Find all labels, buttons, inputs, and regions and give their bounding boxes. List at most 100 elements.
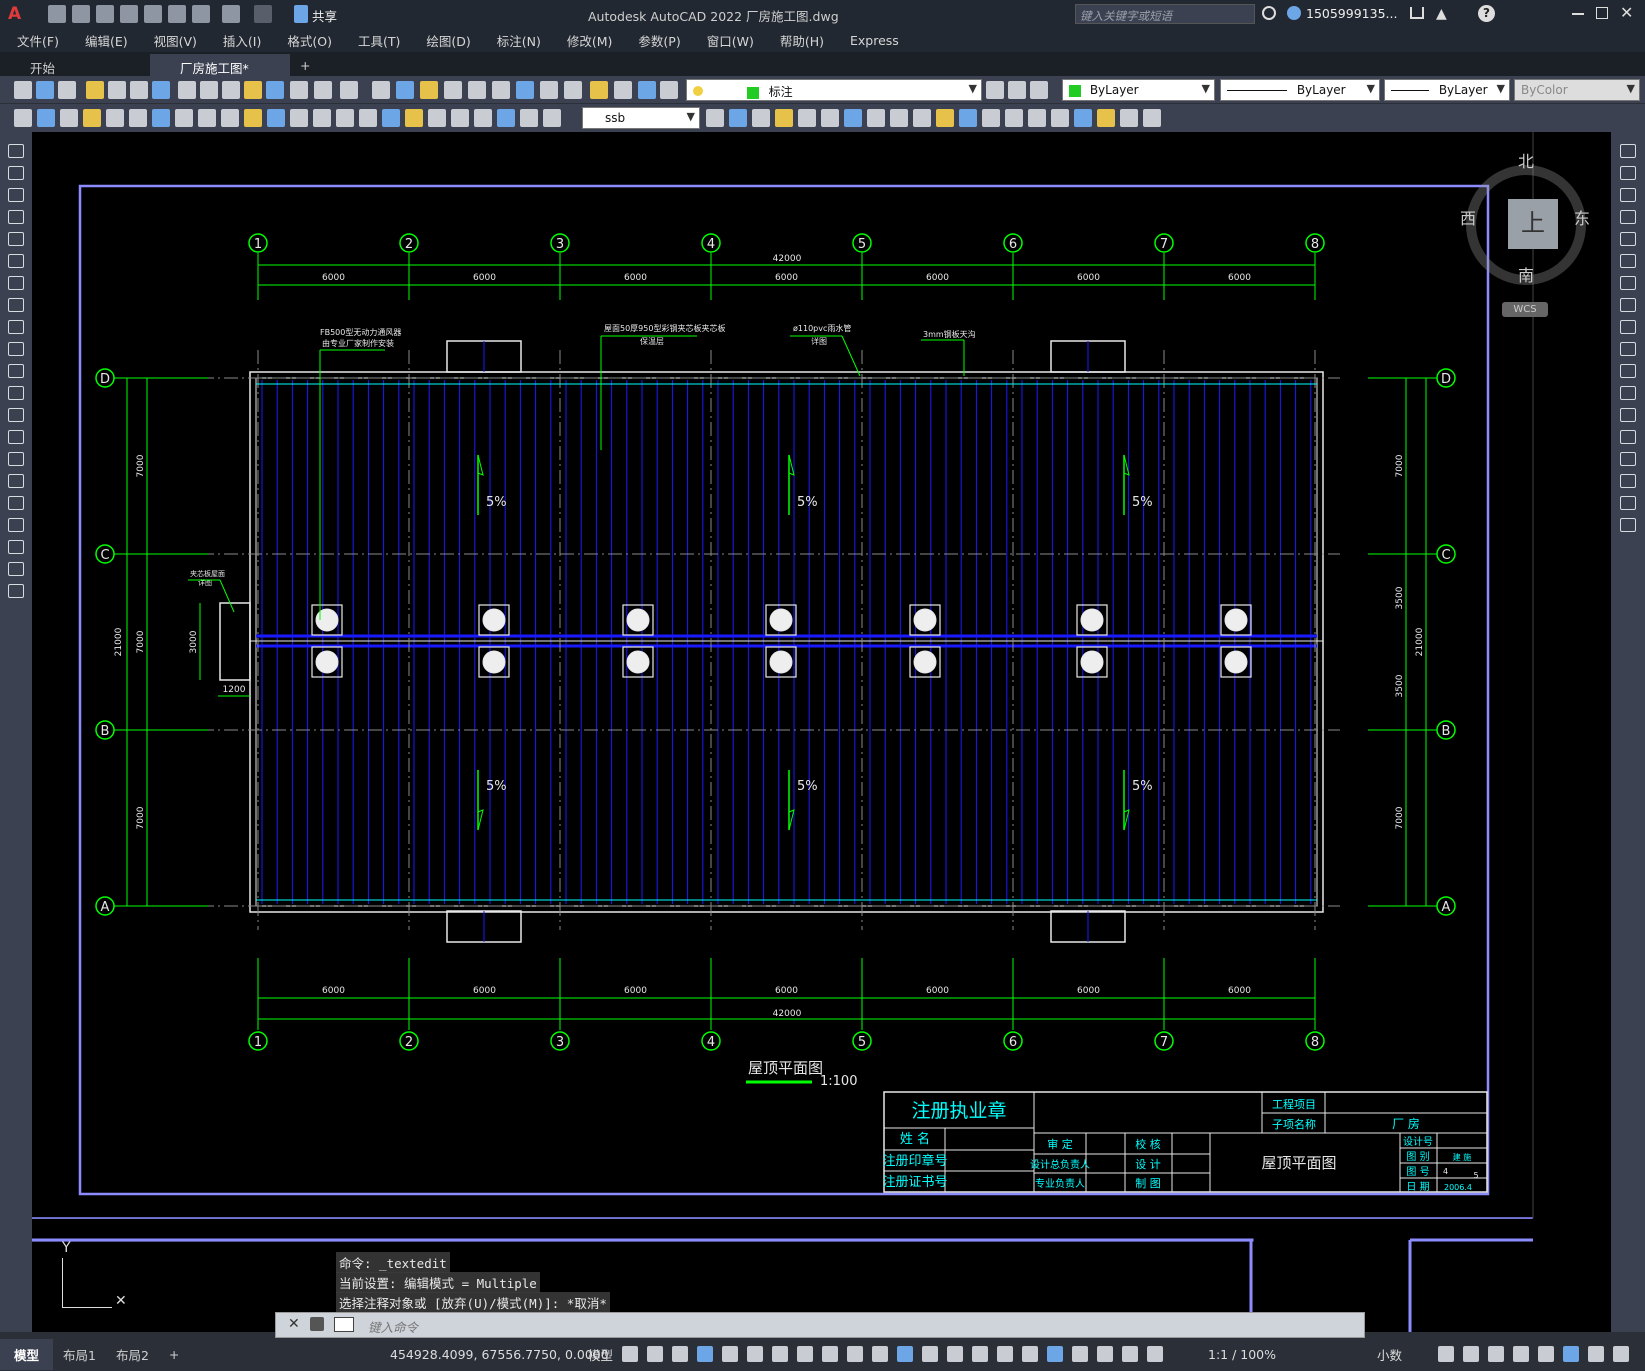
tab-start[interactable]: 开始 [0,54,150,76]
std-tool-23-icon[interactable] [564,81,582,99]
draw-tool-19-icon[interactable] [8,562,24,576]
compass-west[interactable]: 西 [1460,205,1476,229]
modify-tool-15-icon[interactable] [1620,474,1636,488]
status-toggle-4-icon[interactable] [722,1346,738,1362]
dim-tool-0-icon[interactable] [14,109,32,127]
autodesk-icon[interactable]: ▲ [1436,6,1447,22]
dim-tool-10-icon[interactable] [244,109,262,127]
status-toggle-7-icon[interactable] [797,1346,813,1362]
modify-tool-3-icon[interactable] [1620,210,1636,224]
dim-tool-19-icon[interactable] [451,109,469,127]
tab-add-layout[interactable]: + [159,1347,189,1362]
status-toggle-18-icon[interactable] [1072,1346,1088,1362]
mod-tool-10-icon[interactable] [936,109,954,127]
dim-tool-8-icon[interactable] [198,109,216,127]
std-tool-18-icon[interactable] [444,81,462,99]
draw-tool-2-icon[interactable] [8,188,24,202]
command-prompt-icon[interactable] [334,1317,354,1332]
cart-icon[interactable] [1410,7,1424,19]
status-toggle-14-icon[interactable] [972,1346,988,1362]
draw-tool-1-icon[interactable] [8,166,24,180]
command-customize-icon[interactable] [310,1317,324,1331]
plotstyle-dropdown[interactable]: ByColor ▼ [1514,79,1640,101]
dim-tool-14-icon[interactable] [336,109,354,127]
status-toggle-9-icon[interactable] [847,1346,863,1362]
draw-tool-0-icon[interactable] [8,144,24,158]
status-toggle-8-icon[interactable] [822,1346,838,1362]
menu-item-5[interactable]: 工具(T) [345,31,413,50]
menu-item-7[interactable]: 标注(N) [484,31,554,50]
tab-drawing[interactable]: 厂房施工图* [150,54,290,76]
dim-tool-18-icon[interactable] [428,109,446,127]
menu-item-2[interactable]: 视图(V) [141,31,210,50]
coordinates-readout[interactable]: 454928.4099, 67556.7750, 0.0000 [390,1347,609,1362]
dim-tool-16-icon[interactable] [382,109,400,127]
menu-item-0[interactable]: 文件(F) [4,31,72,50]
status-toggle-15-icon[interactable] [997,1346,1013,1362]
minimize-icon[interactable] [1572,13,1584,15]
mod-tool-6-icon[interactable] [844,109,862,127]
layer-tool-1-icon[interactable] [1008,81,1026,99]
dim-tool-11-icon[interactable] [267,109,285,127]
std-tool-2-icon[interactable] [58,81,76,99]
status-toggle-0-icon[interactable] [622,1346,638,1362]
dim-tool-13-icon[interactable] [313,109,331,127]
std-tool-22-icon[interactable] [540,81,558,99]
units-dropdown[interactable]: 小数 [1377,1345,1402,1364]
status-toggle-17-icon[interactable] [1047,1346,1063,1362]
dim-tool-5-icon[interactable] [129,109,147,127]
mod-tool-13-icon[interactable] [1005,109,1023,127]
help-icon[interactable]: ? [1478,5,1495,22]
modify-tool-10-icon[interactable] [1620,364,1636,378]
std-tool-27-icon[interactable] [660,81,678,99]
draw-tool-12-icon[interactable] [8,408,24,422]
std-tool-21-icon[interactable] [516,81,534,99]
close-icon[interactable]: ✕ [1620,3,1633,22]
draw-tool-15-icon[interactable] [8,474,24,488]
mod-tool-0-icon[interactable] [706,109,724,127]
status-tool-2-icon[interactable] [1488,1346,1504,1362]
lineweight-dropdown[interactable]: ByLayer ▼ [1384,79,1510,101]
tab-layout1[interactable]: 布局1 [53,1345,106,1364]
menu-item-11[interactable]: 帮助(H) [767,31,837,50]
mod-tool-15-icon[interactable] [1051,109,1069,127]
std-tool-19-icon[interactable] [468,81,486,99]
dim-tool-22-icon[interactable] [520,109,538,127]
modify-tool-12-icon[interactable] [1620,408,1636,422]
mod-tool-7-icon[interactable] [867,109,885,127]
layer-tool-0-icon[interactable] [986,81,1004,99]
viewcube-face-top[interactable]: 上 [1508,199,1558,249]
dim-tool-1-icon[interactable] [37,109,55,127]
modify-tool-14-icon[interactable] [1620,452,1636,466]
draw-tool-13-icon[interactable] [8,430,24,444]
std-tool-10-icon[interactable] [244,81,262,99]
draw-tool-10-icon[interactable] [8,364,24,378]
tab-add[interactable]: + [290,54,320,76]
menu-item-9[interactable]: 参数(P) [625,31,693,50]
draw-tool-18-icon[interactable] [8,540,24,554]
compass-east[interactable]: 东 [1574,205,1590,229]
mod-tool-12-icon[interactable] [982,109,1000,127]
save-web-icon[interactable] [168,5,186,23]
dim-tool-3-icon[interactable] [83,109,101,127]
menu-item-6[interactable]: 绘图(D) [413,31,483,50]
menu-item-10[interactable]: 窗口(W) [694,31,767,50]
std-tool-3-icon[interactable] [86,81,104,99]
status-tool-4-icon[interactable] [1538,1346,1554,1362]
status-tool-7-icon[interactable] [1613,1346,1629,1362]
mod-tool-11-icon[interactable] [959,109,977,127]
draw-tool-4-icon[interactable] [8,232,24,246]
std-tool-6-icon[interactable] [152,81,170,99]
menu-item-4[interactable]: 格式(O) [274,31,345,50]
std-tool-24-icon[interactable] [590,81,608,99]
status-toggle-16-icon[interactable] [1022,1346,1038,1362]
color-dropdown[interactable]: ByLayer ▼ [1062,79,1215,101]
share-button[interactable]: 共享 [312,6,337,25]
status-toggle-12-icon[interactable] [922,1346,938,1362]
dim-tool-6-icon[interactable] [152,109,170,127]
status-toggle-19-icon[interactable] [1097,1346,1113,1362]
tab-model[interactable]: 模型 [0,1339,54,1370]
status-tool-1-icon[interactable] [1463,1346,1479,1362]
maximize-icon[interactable] [1596,7,1608,19]
dim-tool-7-icon[interactable] [175,109,193,127]
